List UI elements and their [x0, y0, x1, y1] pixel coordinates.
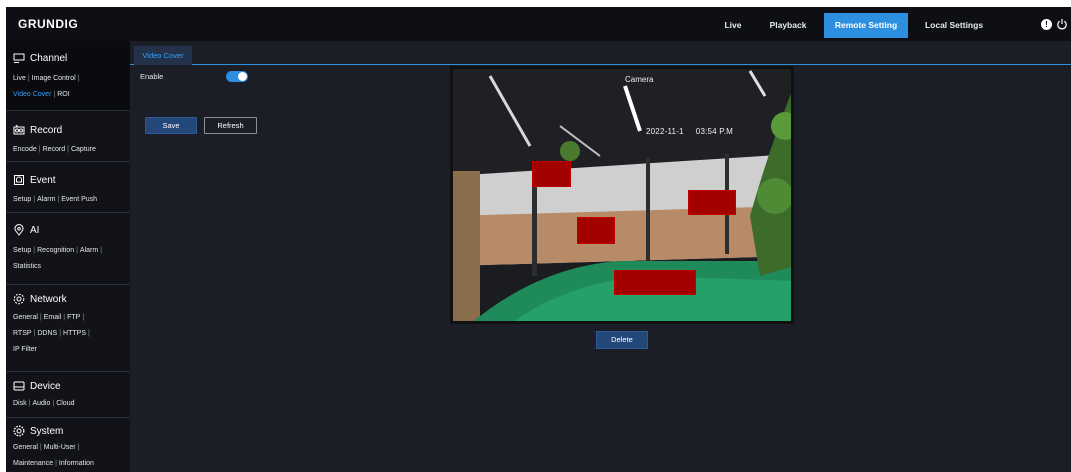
event-icon	[14, 175, 24, 185]
sidebar-head-ai[interactable]: AI	[13, 223, 39, 237]
cover-mask[interactable]	[614, 270, 696, 295]
power-icon[interactable]	[1056, 18, 1068, 30]
sidebar-link-ai-setup[interactable]: Setup	[13, 247, 31, 254]
sidebar-link-encode[interactable]: Encode	[13, 146, 37, 153]
cover-mask[interactable]	[688, 190, 736, 215]
sidebar-link-multi-user[interactable]: Multi-User	[44, 444, 76, 451]
sidebar-link-recognition[interactable]: Recognition	[37, 247, 74, 254]
sidebar-links-event: Setup | Alarm | Event Push	[13, 196, 98, 203]
info-icon[interactable]: !	[1041, 19, 1052, 30]
sidebar-section-system: System General | Multi-User | Maintenance | I…	[6, 418, 130, 472]
camera-label: Camera	[625, 75, 654, 84]
sidebar-link-live[interactable]: Live	[13, 75, 26, 82]
sidebar-head-record[interactable]: Record	[13, 123, 62, 137]
enable-toggle[interactable]	[226, 71, 248, 82]
sidebar-head-channel[interactable]: Channel	[13, 51, 67, 65]
sidebar-link-email[interactable]: Email	[44, 314, 62, 321]
sidebar-link-image-control[interactable]: Image Control	[32, 75, 76, 82]
sidebar-link-event-push[interactable]: Event Push	[61, 196, 97, 203]
ai-icon	[14, 224, 24, 236]
sidebar-section-event: Event Setup | Alarm | Event Push	[6, 162, 130, 213]
sidebar-link-record[interactable]: Record	[43, 146, 66, 153]
content-tab-bar: Video Cover	[130, 41, 1071, 65]
sidebar-link-ip-filter[interactable]: IP Filter	[13, 346, 37, 353]
sidebar-head-event[interactable]: Event	[13, 173, 56, 187]
sidebar-link-rtsp[interactable]: RTSP	[13, 330, 32, 337]
top-bar: GRUNDIG Live Playback Remote Setting Loc…	[6, 7, 1071, 41]
sidebar: Channel Live | Image Control | Video Cover |…	[6, 41, 130, 472]
cover-mask[interactable]	[577, 217, 615, 244]
sidebar-section-ai: AI Setup | Recognition | Alarm | Statistics	[6, 213, 130, 285]
sidebar-link-alarm[interactable]: Alarm	[37, 196, 55, 203]
sidebar-link-ftp[interactable]: FTP	[67, 314, 80, 321]
sidebar-links-record: Encode | Record | Capture	[13, 146, 96, 153]
refresh-button[interactable]: Refresh	[204, 117, 257, 134]
nav-playback[interactable]: Playback	[763, 13, 813, 38]
sidebar-link-setup[interactable]: Setup	[13, 196, 31, 203]
sidebar-links-device: Disk | Audio | Cloud	[13, 400, 75, 407]
sidebar-section-device: Device Disk | Audio | Cloud	[6, 372, 130, 418]
sidebar-link-audio[interactable]: Audio	[32, 400, 50, 407]
enable-label: Enable	[140, 72, 164, 81]
system-icon	[13, 425, 25, 437]
sidebar-link-disk[interactable]: Disk	[13, 400, 27, 407]
sidebar-head-network[interactable]: Network	[13, 292, 67, 306]
sidebar-links-ai: Setup | Recognition | Alarm | Statistics	[13, 247, 103, 270]
sidebar-links-network: General | Email | FTP | RTSP | DDNS | HTTPS | IP F…	[13, 314, 90, 353]
sidebar-section-network: Network General | Email | FTP | RTSP | DDNS | HTT…	[6, 285, 130, 372]
delete-button[interactable]: Delete	[596, 331, 648, 349]
video-preview[interactable]: Camera 2022-11-1 03:54 P.M	[450, 66, 794, 324]
device-icon	[13, 381, 25, 391]
sidebar-links-system: General | Multi-User | Maintenance | Informat…	[13, 444, 94, 467]
sidebar-link-statistics[interactable]: Statistics	[13, 263, 41, 270]
sidebar-link-ai-alarm[interactable]: Alarm	[80, 247, 98, 254]
network-icon	[13, 293, 25, 305]
sidebar-head-device[interactable]: Device	[13, 379, 61, 393]
toggle-knob	[238, 72, 247, 81]
cover-mask[interactable]	[532, 161, 571, 187]
sidebar-head-system[interactable]: System	[13, 424, 63, 438]
grundig-logo: GRUNDIG	[18, 17, 79, 31]
sidebar-link-roi[interactable]: ROI	[57, 91, 69, 98]
sidebar-link-cloud[interactable]: Cloud	[56, 400, 74, 407]
nav-remote-setting[interactable]: Remote Setting	[824, 13, 908, 38]
channel-icon	[13, 53, 25, 63]
sidebar-link-video-cover[interactable]: Video Cover	[13, 91, 51, 98]
sidebar-links-channel: Live | Image Control | Video Cover | ROI	[13, 75, 80, 98]
sidebar-link-capture[interactable]: Capture	[71, 146, 96, 153]
sidebar-link-maintenance[interactable]: Maintenance	[13, 460, 53, 467]
sidebar-link-system-general[interactable]: General	[13, 444, 38, 451]
sidebar-section-channel: Channel Live | Image Control | Video Cover |…	[6, 41, 130, 111]
sidebar-link-information[interactable]: Information	[59, 460, 94, 467]
save-button[interactable]: Save	[145, 117, 197, 134]
sidebar-section-record: Record Encode | Record | Capture	[6, 111, 130, 162]
camera-timestamp: 2022-11-1 03:54 P.M	[646, 127, 734, 136]
sidebar-link-general[interactable]: General	[13, 314, 38, 321]
record-icon	[13, 124, 25, 135]
sidebar-link-ddns[interactable]: DDNS	[37, 330, 57, 337]
tab-video-cover[interactable]: Video Cover	[134, 46, 192, 65]
nav-live[interactable]: Live	[718, 13, 748, 38]
nav-local-settings[interactable]: Local Settings	[916, 13, 992, 38]
sidebar-link-https[interactable]: HTTPS	[63, 330, 86, 337]
